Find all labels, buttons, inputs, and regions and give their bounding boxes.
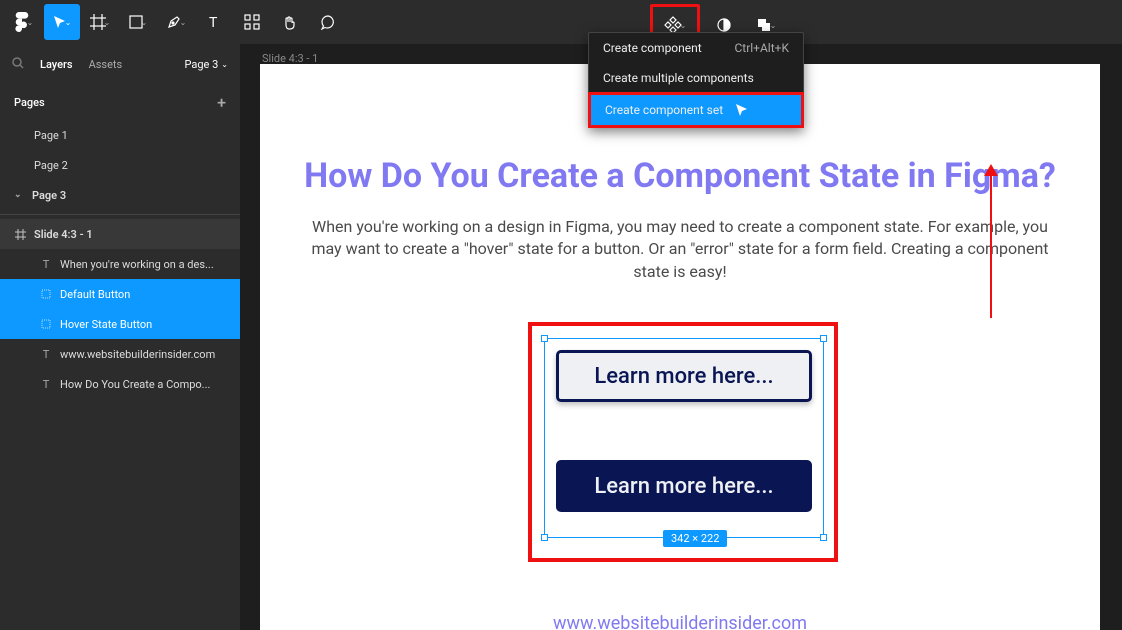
menu-item-shortcut: Ctrl+Alt+K [734,41,789,55]
demo-default-button: Learn more here... [556,350,812,402]
layer-item-hover-button[interactable]: Hover State Button [0,309,240,339]
menu-item-label: Create multiple components [603,71,754,85]
component-context-menu: Create component Ctrl+Alt+K Create multi… [588,32,804,128]
artboard: How Do You Create a Component State in F… [260,64,1100,630]
text-tool-button[interactable]: T [196,4,232,40]
layer-item-default-button[interactable]: Default Button [0,279,240,309]
layer-label: Slide 4:3 - 1 [34,228,93,241]
layer-label: Hover State Button [60,318,152,331]
left-sidebar: Layers Assets Page 3 ⌄ Pages + Page 1 Pa… [0,44,240,630]
frame-tool-button[interactable]: ⌄ [82,4,118,40]
layer-label: When you're working on a des... [60,258,214,271]
pages-header: Pages + [0,84,240,120]
resize-handle[interactable] [541,534,548,541]
layer-frame-header[interactable]: Slide 4:3 - 1 [0,219,240,249]
move-tool-button[interactable]: ⌄ [44,4,80,40]
slide-title: How Do You Create a Component State in F… [260,156,1100,196]
svg-text:T: T [209,15,218,29]
slide-footer: www.websitebuilderinsider.com [260,613,1100,630]
frame-icon [40,289,52,299]
resize-handle[interactable] [820,534,827,541]
menu-item-create-component[interactable]: Create component Ctrl+Alt+K [589,33,803,63]
hand-tool-button[interactable] [272,4,308,40]
pages-header-label: Pages [14,96,45,109]
chevron-down-icon: ⌄ [141,18,148,27]
resources-button[interactable] [234,4,270,40]
page-label: Page 3 [32,189,66,202]
tab-layers[interactable]: Layers [40,58,73,71]
menu-item-create-component-set[interactable]: Create component set [591,95,801,125]
selection-size-badge: 342 × 222 [663,530,727,547]
layer-item-text[interactable]: T How Do You Create a Compo... [0,369,240,399]
shape-tool-button[interactable]: ⌄ [120,4,156,40]
layer-item-text[interactable]: T When you're working on a des... [0,249,240,279]
chevron-down-icon: ⌄ [104,18,111,27]
resize-handle[interactable] [541,335,548,342]
text-icon: T [40,258,52,271]
resize-handle[interactable] [820,335,827,342]
canvas[interactable]: Slide 4:3 - 1 How Do You Create a Compon… [240,44,1122,630]
menu-item-label: Create component set [605,103,723,117]
frame-icon [14,229,26,240]
page-item[interactable]: Page 2 [0,150,240,180]
menu-item-label: Create component [603,41,702,55]
figma-menu-button[interactable]: ⌄ [6,4,42,40]
menu-item-create-multiple[interactable]: Create multiple components [589,63,803,93]
top-toolbar: ⌄ ⌄ ⌄ ⌄ ⌄ T [0,0,1122,44]
frame-icon [40,319,52,329]
text-icon: T [40,378,52,391]
chevron-down-icon: ⌄ [180,18,187,27]
layer-label: Default Button [60,288,130,301]
annotation-arrow [990,168,992,318]
chevron-down-icon: ⌄ [680,21,687,30]
chevron-down-icon: ⌄ [14,190,24,200]
page-dropdown-label: Page 3 [185,58,219,71]
text-icon: T [40,348,52,361]
layer-label: How Do You Create a Compo... [60,378,210,391]
divider [0,214,240,215]
search-icon[interactable] [12,57,24,72]
layer-item-text[interactable]: T www.websitebuilderinsider.com [0,339,240,369]
page-item-active[interactable]: ⌄ Page 3 [0,180,240,210]
tab-assets[interactable]: Assets [89,58,123,71]
demo-hover-button: Learn more here... [556,460,812,512]
layer-label: www.websitebuilderinsider.com [60,348,215,361]
comment-tool-button[interactable] [310,4,346,40]
page-item[interactable]: Page 1 [0,120,240,150]
annotation-arrow-head [984,164,998,176]
page-dropdown[interactable]: Page 3 ⌄ [185,58,229,71]
pen-tool-button[interactable]: ⌄ [158,4,194,40]
chevron-down-icon: ⌄ [27,18,34,27]
menu-highlight-box: Create component set [588,92,804,128]
chevron-down-icon: ⌄ [65,18,72,27]
chevron-down-icon: ⌄ [770,21,777,30]
add-page-button[interactable]: + [217,93,226,112]
buttons-highlight-box: 342 × 222 Learn more here... Learn more … [528,322,838,562]
slide-description: When you're working on a design in Figma… [260,216,1100,283]
